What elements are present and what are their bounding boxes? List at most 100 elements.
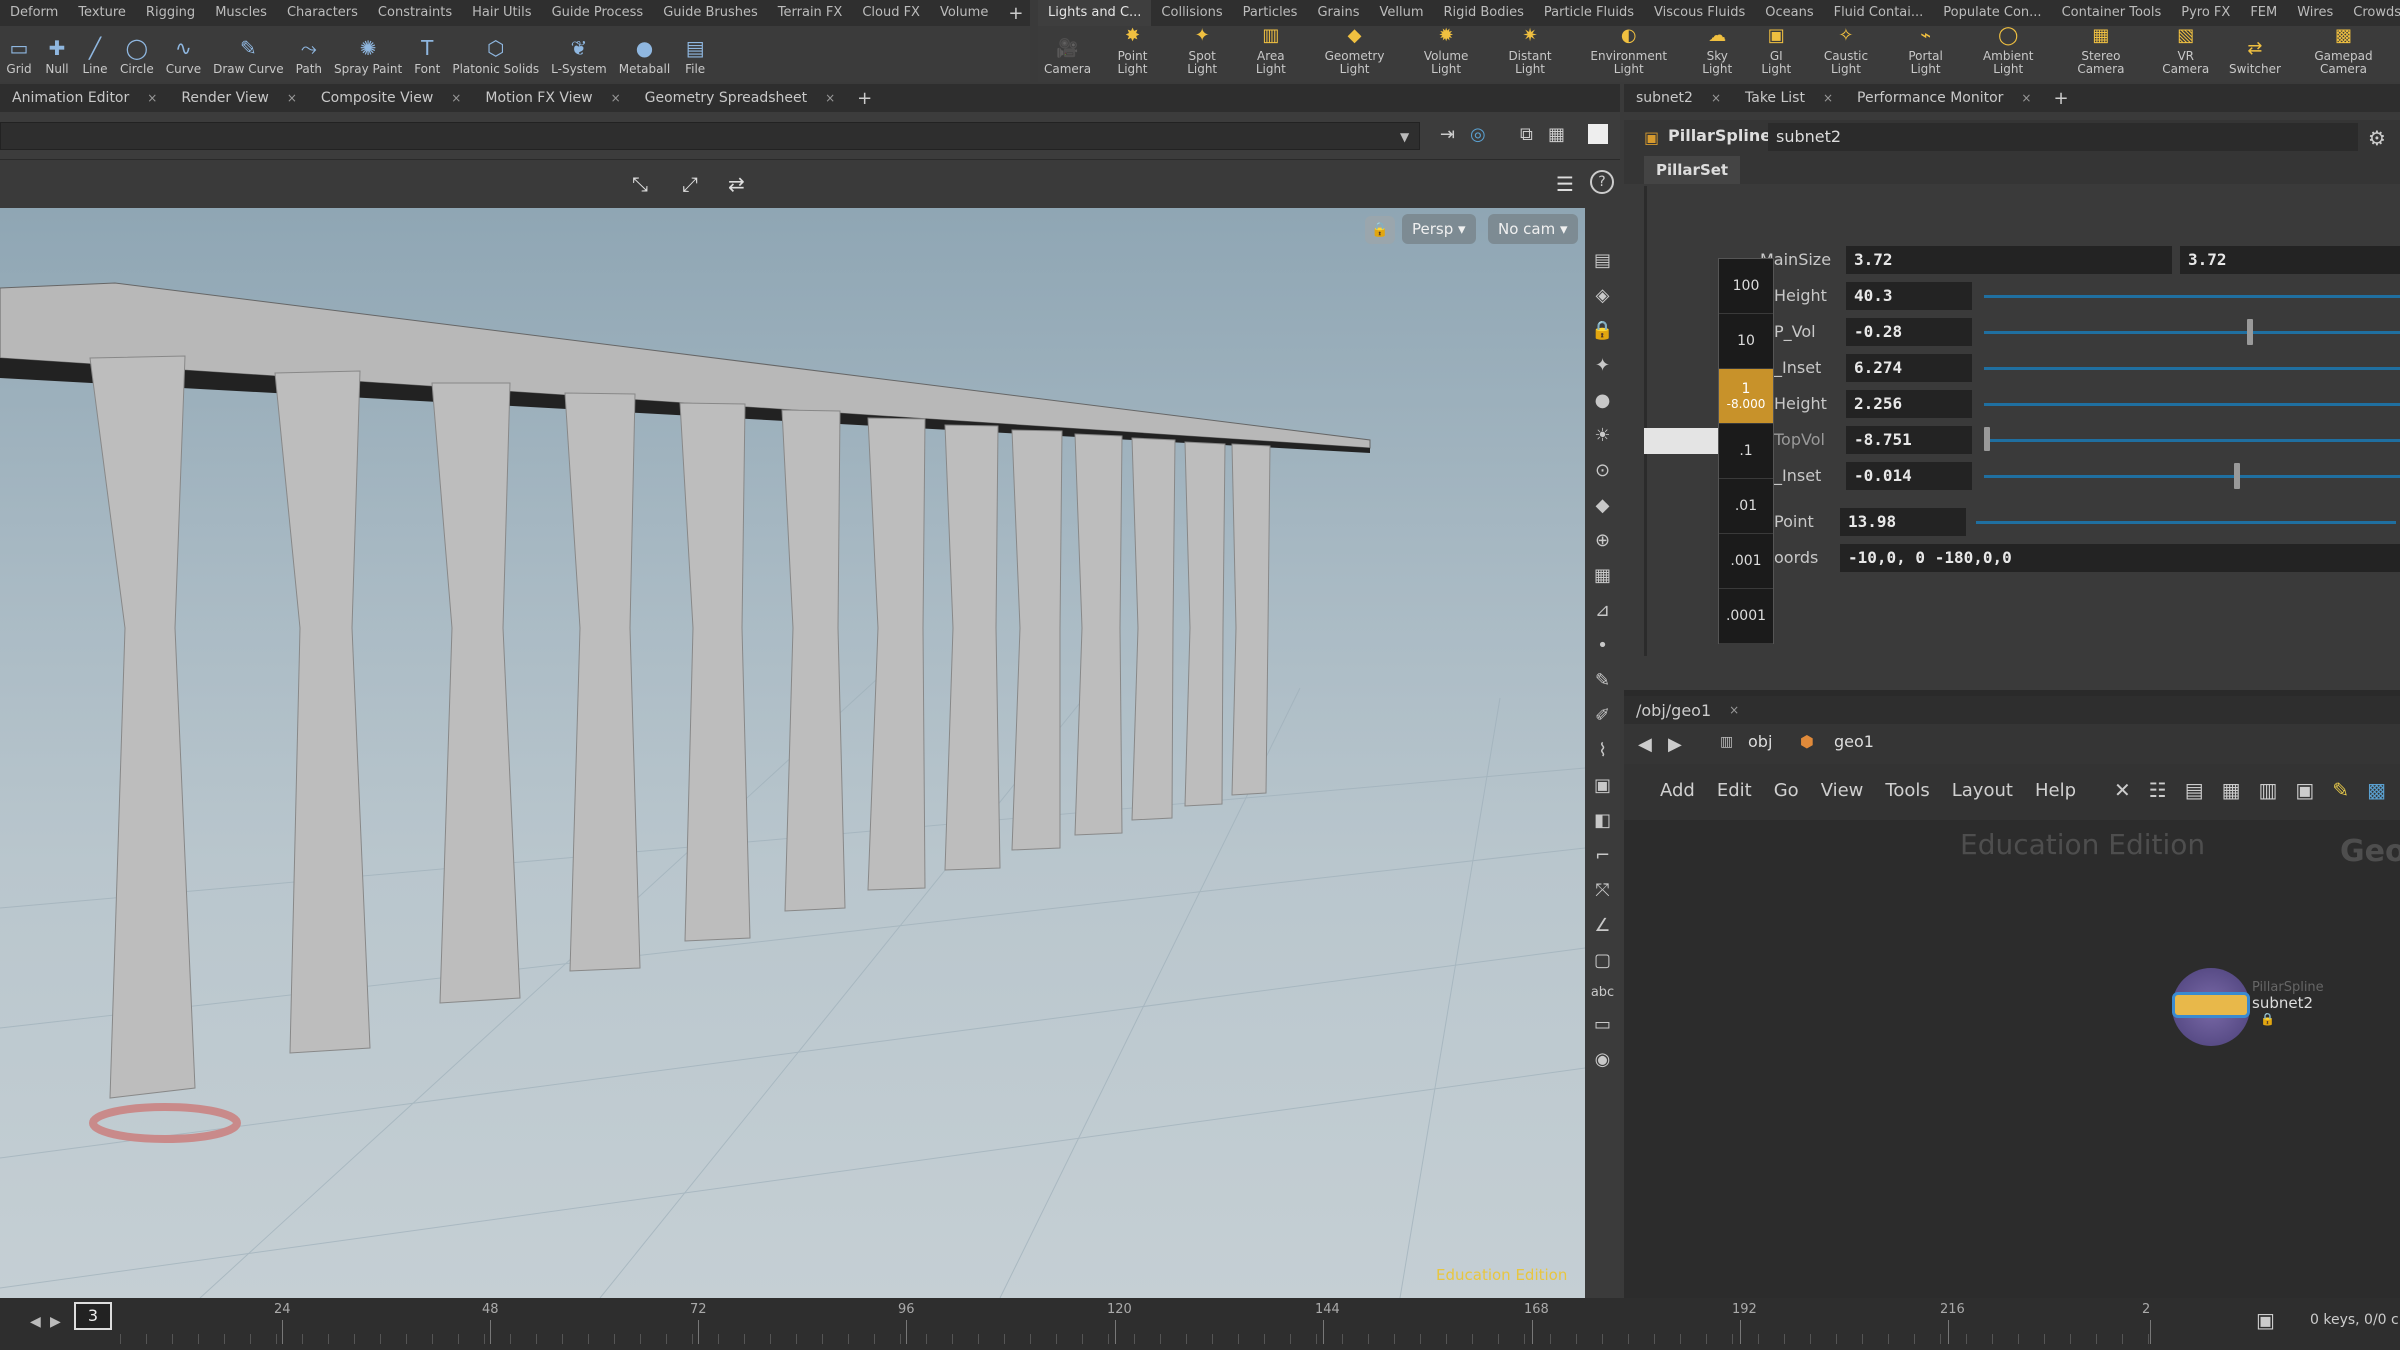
ladder-step[interactable]: .001: [1719, 534, 1773, 589]
shelf-tab[interactable]: Texture: [68, 0, 136, 26]
tool-point-light[interactable]: ✸ Point Light: [1097, 23, 1168, 82]
pane-tab[interactable]: Composite View ×: [309, 84, 473, 112]
param-slider[interactable]: [1976, 521, 2396, 524]
tool-switcher[interactable]: ⇄ Switcher: [2223, 36, 2287, 82]
xform-icon[interactable]: ⤧: [1595, 880, 1609, 901]
tool-stereo-camera[interactable]: ▦ Stereo Camera: [2053, 23, 2148, 82]
target-icon[interactable]: ◎: [1470, 124, 1486, 145]
light-icon[interactable]: ☀: [1594, 425, 1610, 446]
display-icon[interactable]: ▦: [1548, 124, 1565, 145]
tree-icon[interactable]: ☷: [2149, 778, 2167, 802]
param-field[interactable]: -10,0, 0 -180,0,0: [1840, 544, 2400, 572]
ruler-icon[interactable]: ⊿: [1595, 600, 1610, 621]
add-shelf-tab-button[interactable]: +: [998, 3, 1033, 24]
param-slider[interactable]: [1984, 331, 2400, 334]
net-menu-item[interactable]: Go: [1774, 780, 1799, 801]
path-root[interactable]: obj: [1748, 732, 1772, 751]
tool-environment-light[interactable]: ◐ Environment Light: [1572, 23, 1686, 82]
close-icon[interactable]: ×: [287, 91, 297, 105]
help-icon[interactable]: ?: [1590, 170, 1614, 194]
shelf-tab[interactable]: Volume: [930, 0, 998, 26]
tool-spray-paint[interactable]: ✺ Spray Paint: [328, 36, 408, 82]
value-ladder[interactable]: 100 10 1 -8.000 .1 .01 .001 .0001: [1718, 258, 1774, 644]
close-icon[interactable]: ×: [1711, 91, 1721, 105]
dot-icon[interactable]: •: [1597, 635, 1608, 656]
timeline[interactable]: ◀ ▶ 3 24 48 72 96 120 144 168 192 216 2 ▣ 0 keys,…: [0, 1298, 2400, 1350]
marker-icon[interactable]: ◉: [1595, 1049, 1611, 1070]
snap-icon[interactable]: ⊕: [1595, 530, 1610, 551]
brush-icon[interactable]: ✐: [1595, 705, 1610, 726]
close-icon[interactable]: ×: [1729, 703, 1739, 717]
pane-tab[interactable]: Animation Editor ×: [0, 84, 169, 112]
shelf-tab[interactable]: Deform: [0, 0, 68, 26]
slider-handle[interactable]: [1984, 427, 1990, 451]
network-canvas[interactable]: Education Edition Geo PillarSpline subne…: [1624, 820, 2400, 1298]
tool-portal-light[interactable]: ⌁ Portal Light: [1888, 23, 1963, 82]
ghost-icon[interactable]: ◈: [1596, 285, 1610, 306]
param-field[interactable]: 6.274: [1846, 354, 1972, 382]
param-slider[interactable]: [1984, 439, 2400, 442]
param-field[interactable]: -0.014: [1846, 462, 1972, 490]
add-tab-button[interactable]: +: [2043, 88, 2078, 109]
tool-area-light[interactable]: ▥ Area Light: [1236, 23, 1305, 82]
pane-tab[interactable]: Motion FX View ×: [473, 84, 632, 112]
lock-camera-icon[interactable]: 🔒: [1365, 216, 1395, 244]
tool-font[interactable]: T Font: [408, 36, 446, 82]
tool-circle[interactable]: ◯ Circle: [114, 36, 160, 82]
tool-caustic-light[interactable]: ✧ Caustic Light: [1804, 23, 1888, 82]
camera-link-icon[interactable]: ⧉: [1520, 124, 1533, 145]
net-menu-item[interactable]: Edit: [1717, 780, 1752, 801]
path-node[interactable]: geo1: [1834, 732, 1874, 751]
tool-path[interactable]: ⤳ Path: [290, 36, 328, 82]
forward-arrow-icon[interactable]: ▶: [1668, 734, 1682, 755]
display-options-icon[interactable]: ☰: [1556, 172, 1574, 196]
slider-handle[interactable]: [2247, 319, 2253, 345]
pane-tab[interactable]: Geometry Spreadsheet ×: [633, 84, 848, 112]
param-slider[interactable]: [1984, 475, 2400, 478]
param-field[interactable]: 3.72: [1846, 246, 2172, 274]
ladder-step[interactable]: .0001: [1719, 589, 1773, 644]
ladder-step[interactable]: 100: [1719, 259, 1773, 314]
note-icon[interactable]: ✎: [2332, 778, 2349, 802]
ladder-step[interactable]: .1: [1719, 424, 1773, 479]
shelf-tab[interactable]: Rigging: [136, 0, 205, 26]
ladder-step[interactable]: 1 -8.000: [1719, 369, 1773, 424]
lock-icon[interactable]: 🔒: [1591, 320, 1613, 341]
shelf-tab[interactable]: FEM: [2240, 0, 2287, 26]
corner-icon[interactable]: ⌐: [1595, 845, 1610, 866]
tool-null[interactable]: ✚ Null: [38, 36, 76, 82]
shelf-tab[interactable]: Cloud FX: [852, 0, 930, 26]
close-icon[interactable]: ×: [147, 91, 157, 105]
back-arrow-icon[interactable]: ◀: [1638, 734, 1652, 755]
image-icon[interactable]: ▣: [2295, 778, 2314, 802]
grid-icon[interactable]: ▦: [1594, 565, 1611, 586]
param-field[interactable]: 2.256: [1846, 390, 1972, 418]
tool-camera[interactable]: 🎥 Camera: [1038, 36, 1097, 82]
shelf-tab[interactable]: Muscles: [205, 0, 277, 26]
fill-icon[interactable]: ◧: [1594, 810, 1611, 831]
tool-file[interactable]: ▤ File: [676, 36, 714, 82]
pin-icon[interactable]: ⇥: [1440, 124, 1455, 145]
text-icon[interactable]: abc: [1591, 985, 1614, 1000]
tool-line[interactable]: ╱ Line: [76, 36, 114, 82]
sphere-icon[interactable]: ●: [1595, 390, 1611, 411]
gear-icon[interactable]: ⚙: [2368, 126, 2386, 150]
slider-handle[interactable]: [2234, 463, 2240, 489]
list-icon[interactable]: ▤: [2185, 778, 2204, 802]
add-tab-button[interactable]: +: [847, 88, 882, 109]
wrench-icon[interactable]: ✕: [2114, 778, 2131, 802]
viewport-path-field[interactable]: [0, 122, 1420, 150]
tool-ambient-light[interactable]: ◯ Ambient Light: [1963, 23, 2053, 82]
net-menu-item[interactable]: Add: [1660, 780, 1695, 801]
net-menu-item[interactable]: Layout: [1952, 780, 2013, 801]
tool-l-system[interactable]: ❦ L-System: [545, 36, 613, 82]
display-tool-icon[interactable]: ▤: [1594, 250, 1611, 271]
cam-menu[interactable]: No cam ▾: [1488, 214, 1578, 244]
shelf-tab[interactable]: Hair Utils: [462, 0, 541, 26]
grid-view-icon[interactable]: ▦: [2222, 778, 2241, 802]
net-menu-item[interactable]: Tools: [1885, 780, 1929, 801]
param-slider[interactable]: [1984, 295, 2400, 298]
tool-sky-light[interactable]: ☁ Sky Light: [1686, 23, 1749, 82]
path-icon[interactable]: ⌇: [1598, 740, 1607, 761]
close-icon[interactable]: ×: [825, 91, 835, 105]
